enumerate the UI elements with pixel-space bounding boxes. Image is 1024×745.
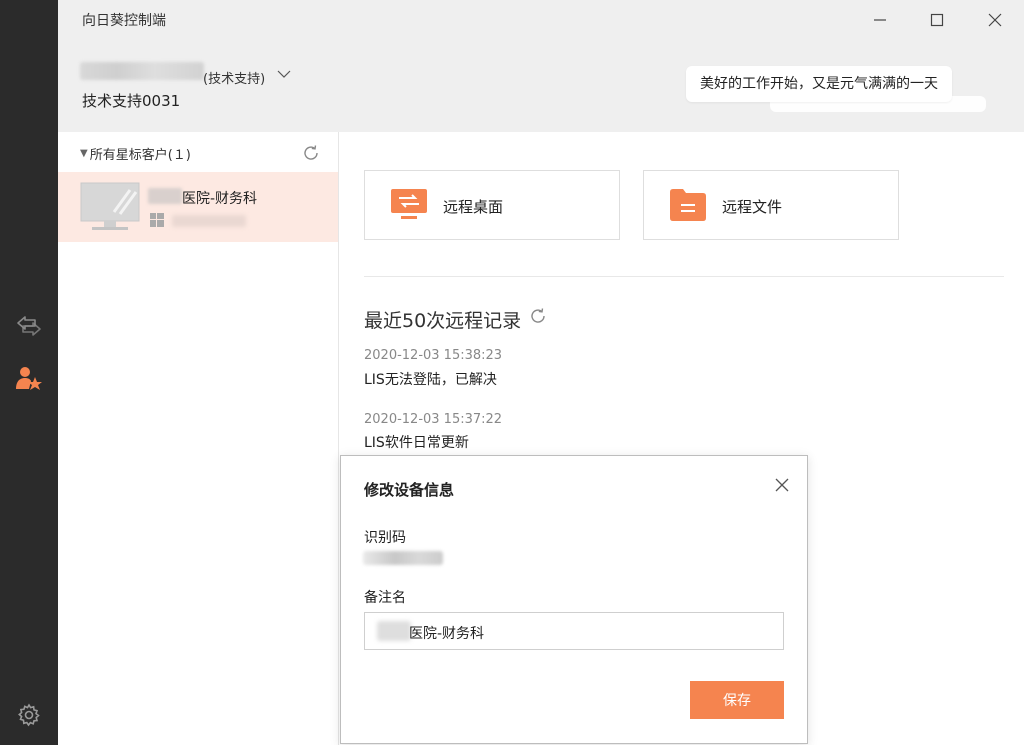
record-text: LIS无法登陆，已解决 <box>364 372 497 388</box>
remote-files-label: 远程文件 <box>722 198 783 216</box>
close-icon[interactable] <box>983 8 1007 32</box>
computer-icon <box>80 182 140 230</box>
client-group-header[interactable]: ▼ 所有星标客户(１) <box>80 144 191 163</box>
device-name: 医院-财务科 <box>182 191 258 207</box>
app-title: 向日葵控制端 <box>82 13 166 29</box>
client-group-label: 所有星标客户(１) <box>89 148 191 163</box>
device-id-redacted <box>172 215 246 227</box>
greeting-bubble: 美好的工作开始，又是元气满满的一天 <box>686 66 952 102</box>
remote-files-button[interactable]: 远程文件 <box>643 170 899 240</box>
remote-connect-icon[interactable] <box>14 311 44 341</box>
starred-clients-icon[interactable] <box>14 363 44 393</box>
refresh-icon[interactable] <box>302 144 320 162</box>
caret-down-icon: ▼ <box>80 148 88 159</box>
records-title: 最近50次远程记录 <box>364 310 522 332</box>
device-row[interactable]: 医院-财务科 <box>58 172 338 242</box>
close-icon[interactable] <box>773 476 791 494</box>
remark-label: 备注名 <box>364 590 406 606</box>
save-button[interactable]: 保存 <box>690 681 784 719</box>
chevron-down-icon[interactable] <box>276 66 292 82</box>
minimize-icon[interactable] <box>868 8 892 32</box>
remote-desktop-button[interactable]: 远程桌面 <box>364 170 620 240</box>
account-name-redacted <box>80 62 204 80</box>
remark-prefix-redacted <box>377 621 411 641</box>
dialog-title: 修改设备信息 <box>364 481 455 499</box>
account-id: 技术支持0031 <box>82 92 181 110</box>
windows-icon <box>150 213 164 227</box>
record-time: 2020-12-03 15:37:22 <box>364 412 503 427</box>
refresh-icon[interactable] <box>529 307 547 325</box>
id-code-redacted <box>363 551 443 565</box>
divider <box>364 276 1004 277</box>
left-rail <box>0 0 58 745</box>
maximize-icon[interactable] <box>925 8 949 32</box>
remark-input[interactable]: 医院-财务科 <box>364 612 784 650</box>
remote-desktop-icon <box>391 189 427 219</box>
remote-desktop-label: 远程桌面 <box>443 198 504 216</box>
remark-input-value: 医院-财务科 <box>409 626 485 642</box>
client-list-panel: ▼ 所有星标客户(１) 医院-财务科 <box>58 132 339 745</box>
header: 向日葵控制端 (技术支持) 技术支持0031 美好的工作开始，又是元气满满的一天 <box>58 0 1024 132</box>
id-code-label: 识别码 <box>364 530 406 546</box>
edit-device-dialog: 修改设备信息 识别码 备注名 医院-财务科 保存 <box>340 455 808 744</box>
folder-icon <box>670 189 706 221</box>
settings-icon[interactable] <box>14 700 44 730</box>
record-time: 2020-12-03 15:38:23 <box>364 348 503 363</box>
device-name-redacted <box>148 188 182 204</box>
account-role: (技术支持) <box>203 72 266 87</box>
record-text: LIS软件日常更新 <box>364 435 469 451</box>
